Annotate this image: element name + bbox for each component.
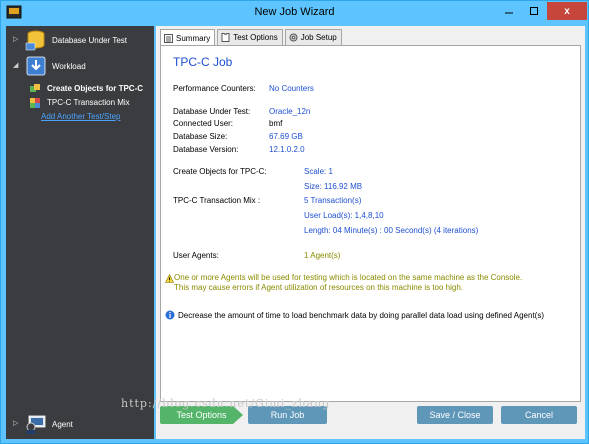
sidebar-subitem-transaction-mix[interactable]: TPC-C Transaction Mix [24,97,154,109]
database-version-value: 12.1.0.2.0 [269,145,305,154]
connected-user-label: Connected User: [173,119,234,128]
create-objects-icon [30,84,40,92]
info-icon [165,310,175,320]
database-icon [25,30,45,51]
workload-icon [26,56,46,76]
agent-icon [26,415,46,434]
job-setup-icon [289,33,298,42]
main-content: Summary Test Options Job Setup TPC-C Job… [156,26,585,439]
summary-icon [164,33,173,43]
wizard-window: New Job Wizard x ▷ Database Under Test ◢ [0,0,589,444]
transaction-mix-icon [30,98,40,108]
tab-strip: Summary Test Options Job Setup [160,29,344,46]
summary-panel: TPC-C Job Performance Counters: No Count… [160,45,581,402]
database-size-label: Database Size: [173,132,228,141]
save-close-button[interactable]: Save / Close [417,406,493,424]
database-version-label: Database Version: [173,145,239,154]
tab-summary[interactable]: Summary [160,29,216,46]
database-under-test-value: Oracle_12n [269,107,311,116]
warning-icon [165,274,174,283]
sidebar: ▷ Database Under Test ◢ Workload Create … [6,26,154,439]
expand-arrow-icon: ▷ [13,36,19,43]
scale-value: Scale: 1 [304,167,333,176]
database-under-test-label: Database Under Test: [173,107,251,116]
sidebar-item-label: Workload [52,61,86,71]
maximize-button[interactable] [522,2,546,20]
connected-user-value: bmf [269,119,283,128]
user-loads-value: User Load(s): 1,4,8,10 [304,211,384,220]
warning-line-2: This may cause errors if Agent utilizati… [174,283,464,292]
close-button[interactable]: x [547,2,587,20]
sidebar-item-database-under-test[interactable]: ▷ Database Under Test [6,30,154,51]
tab-label: Summary [176,33,211,43]
watermark: http://blog.csdn.net/Gimi_zhang [121,397,331,410]
create-objects-label: Create Objects for TPC-C: [173,167,267,176]
maximize-icon [530,7,538,15]
expand-arrow-icon: ▷ [13,420,19,427]
title-bar: New Job Wizard x [1,1,588,25]
info-text: Decrease the amount of time to load benc… [178,311,545,320]
sidebar-subitem-label: Create Objects for TPC-C [47,84,144,93]
sidebar-item-workload[interactable]: ◢ Workload [6,56,154,76]
tab-label: Job Setup [300,33,337,42]
database-size-value: 67.69 GB [269,132,303,141]
length-value: Length: 04 Minute(s) : 00 Second(s) (4 i… [304,226,479,235]
performance-counters-label: Performance Counters: [173,84,256,93]
minimize-button[interactable] [497,2,521,20]
transaction-mix-label: TPC-C Transaction Mix : [173,196,261,205]
tab-label: Test Options [233,33,278,42]
transactions-value: 5 Transaction(s) [304,196,362,205]
test-options-icon [221,33,230,42]
sidebar-item-label: Database Under Test [52,35,128,45]
close-icon: x [564,5,570,17]
user-agents-value: 1 Agent(s) [304,251,341,260]
tab-test-options[interactable]: Test Options [217,29,283,45]
sidebar-subitem-label: TPC-C Transaction Mix [47,98,130,107]
sidebar-item-agent[interactable]: ▷ Agent [6,415,154,434]
warning-line-1: One or more Agents will be used for test… [174,273,523,282]
sidebar-subitem-create-objects[interactable]: Create Objects for TPC-C [24,83,154,95]
minimize-icon [505,12,513,14]
cancel-button[interactable]: Cancel [501,406,577,424]
tab-job-setup[interactable]: Job Setup [284,29,342,45]
job-title: TPC-C Job [173,55,233,69]
user-agents-label: User Agents: [173,251,219,260]
size-value: Size: 116.92 MB [304,182,363,191]
collapse-arrow-icon: ◢ [13,62,19,69]
performance-counters-value: No Counters [269,84,314,93]
sidebar-item-label: Agent [52,419,73,429]
add-another-test-link[interactable]: Add Another Test/Step [41,112,120,121]
